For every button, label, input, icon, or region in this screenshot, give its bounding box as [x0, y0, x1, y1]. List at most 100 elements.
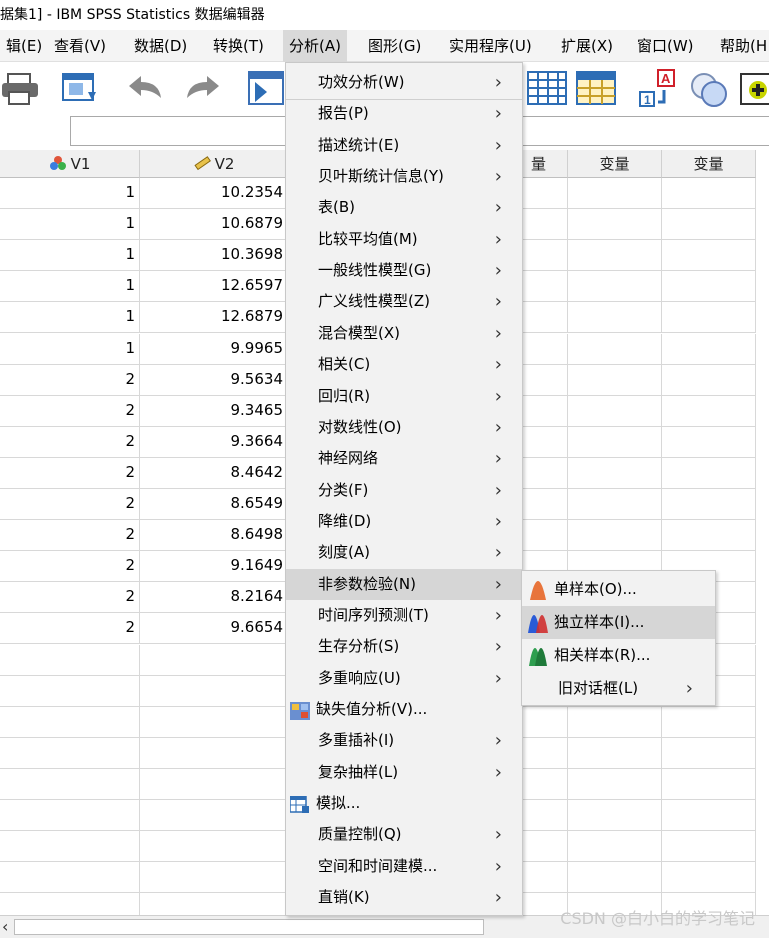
grid-cell[interactable]: 2 — [0, 551, 140, 583]
redo-icon[interactable] — [183, 68, 223, 108]
analyze-menu-item[interactable]: 比较平均值(M) › — [286, 224, 522, 255]
analyze-menu-item[interactable]: 回归(R) › — [286, 381, 522, 412]
grid-cell[interactable] — [662, 457, 756, 489]
column-header[interactable]: 变量 — [568, 150, 662, 178]
menu-3[interactable]: 转换(T) — [207, 30, 270, 62]
grid-cell[interactable] — [568, 302, 662, 334]
grid-cell[interactable] — [568, 240, 662, 272]
menu-1[interactable]: 查看(V) — [48, 30, 112, 62]
print-icon[interactable] — [0, 68, 40, 108]
analyze-menu-item[interactable]: 一般线性模型(G) › — [286, 255, 522, 286]
grid-cell[interactable] — [662, 364, 756, 396]
grid-cell[interactable]: 9.9965 — [140, 333, 288, 365]
grid-cell[interactable] — [568, 457, 662, 489]
analyze-menu-item[interactable]: 报告(P) › — [286, 98, 522, 129]
scrollbar-thumb[interactable] — [14, 919, 484, 935]
grid-cell[interactable] — [140, 644, 288, 676]
grid-cell[interactable]: 10.2354 — [140, 178, 288, 210]
grid-cell[interactable]: 10.3698 — [140, 240, 288, 272]
grid-cell[interactable] — [0, 768, 140, 800]
grid-cell[interactable] — [662, 520, 756, 552]
grid-cell[interactable]: 8.6498 — [140, 520, 288, 552]
use-sets-icon[interactable] — [688, 68, 728, 108]
grid-cell[interactable] — [0, 831, 140, 863]
grid-cell[interactable] — [568, 520, 662, 552]
grid-cell[interactable] — [568, 178, 662, 210]
grid-cell[interactable]: 2 — [0, 489, 140, 521]
analyze-menu-item[interactable]: 描述统计(E) › — [286, 130, 522, 161]
grid-cell[interactable]: 2 — [0, 364, 140, 396]
menu-0[interactable]: 辑(E) — [0, 30, 48, 62]
grid-cell[interactable]: 9.1649 — [140, 551, 288, 583]
grid-cell[interactable] — [568, 768, 662, 800]
grid-cell[interactable] — [662, 489, 756, 521]
grid-cell[interactable] — [662, 800, 756, 832]
analyze-menu-item[interactable]: 空间和时间建模... › — [286, 851, 522, 882]
grid-cell[interactable] — [140, 768, 288, 800]
scroll-left-icon[interactable]: ‹ — [0, 916, 8, 938]
menu-6[interactable]: 实用程序(U) — [443, 30, 538, 62]
grid-cell[interactable] — [662, 240, 756, 272]
analyze-menu-item[interactable]: 贝叶斯统计信息(Y) › — [286, 161, 522, 192]
grid-cell[interactable]: 8.4642 — [140, 457, 288, 489]
column-header[interactable]: V2 — [140, 150, 288, 178]
analyze-menu-item[interactable]: 相关(C) › — [286, 349, 522, 380]
grid-cell[interactable] — [140, 737, 288, 769]
analyze-menu-item[interactable]: 多重插补(I) › — [286, 725, 522, 756]
grid-cell[interactable] — [0, 800, 140, 832]
analyze-menu-item[interactable]: 表(B) › — [286, 192, 522, 223]
grid-cell[interactable] — [0, 737, 140, 769]
grid-cell[interactable] — [568, 800, 662, 832]
grid-cell[interactable] — [662, 737, 756, 769]
undo-icon[interactable] — [125, 68, 165, 108]
grid-cell[interactable] — [662, 768, 756, 800]
submenu-item[interactable]: 单样本(O)... — [522, 573, 715, 606]
column-header[interactable]: 变量 — [662, 150, 756, 178]
grid-cell[interactable]: 2 — [0, 457, 140, 489]
menu-7[interactable]: 扩展(X) — [555, 30, 619, 62]
grid-cell[interactable] — [662, 178, 756, 210]
grid-cell[interactable] — [0, 644, 140, 676]
grid-cell[interactable] — [568, 706, 662, 738]
goto-case-icon[interactable] — [245, 68, 285, 108]
analyze-menu-item[interactable]: 功效分析(W) › — [286, 67, 522, 98]
grid-cell[interactable]: 9.3465 — [140, 395, 288, 427]
grid-cell[interactable] — [568, 395, 662, 427]
grid-cell[interactable] — [568, 426, 662, 458]
analyze-menu-item[interactable]: 广义线性模型(Z) › — [286, 286, 522, 317]
value-labels-icon[interactable]: A1 — [638, 68, 678, 108]
analyze-menu-item[interactable]: 复杂抽样(L) › — [286, 757, 522, 788]
grid-cell[interactable] — [140, 800, 288, 832]
analyze-menu-item[interactable]: 分类(F) › — [286, 475, 522, 506]
grid-cell[interactable] — [662, 395, 756, 427]
grid-cell[interactable] — [662, 831, 756, 863]
menu-2[interactable]: 数据(D) — [128, 30, 193, 62]
analyze-menu-item[interactable]: 模拟... — [286, 788, 522, 819]
submenu-item[interactable]: 旧对话框(L) › — [522, 672, 715, 705]
menu-8[interactable]: 窗口(W) — [631, 30, 700, 62]
submenu-item[interactable]: 相关样本(R)... — [522, 639, 715, 672]
grid-cell[interactable]: 9.6654 — [140, 613, 288, 645]
goto-variable-icon[interactable] — [527, 68, 567, 108]
grid-cell[interactable] — [662, 426, 756, 458]
grid-cell[interactable] — [568, 271, 662, 303]
grid-cell[interactable] — [662, 706, 756, 738]
grid-cell[interactable] — [568, 862, 662, 894]
analyze-menu-item[interactable]: 非参数检验(N) › — [286, 568, 522, 600]
variables-icon[interactable] — [576, 68, 616, 108]
analyze-menu-item[interactable]: 多重响应(U) › — [286, 663, 522, 694]
grid-cell[interactable]: 1 — [0, 333, 140, 365]
analyze-menu-item[interactable]: 降维(D) › — [286, 506, 522, 537]
grid-cell[interactable]: 2 — [0, 613, 140, 645]
grid-cell[interactable]: 9.3664 — [140, 426, 288, 458]
grid-cell[interactable]: 2 — [0, 426, 140, 458]
add-icon[interactable] — [740, 68, 769, 108]
column-header[interactable]: V1 — [0, 150, 140, 178]
menu-5[interactable]: 图形(G) — [362, 30, 427, 62]
grid-cell[interactable]: 8.6549 — [140, 489, 288, 521]
analyze-menu-item[interactable]: 混合模型(X) › — [286, 318, 522, 349]
grid-cell[interactable]: 1 — [0, 178, 140, 210]
analyze-menu-item[interactable]: 刻度(A) › — [286, 537, 522, 568]
grid-cell[interactable] — [568, 209, 662, 241]
grid-cell[interactable]: 1 — [0, 271, 140, 303]
